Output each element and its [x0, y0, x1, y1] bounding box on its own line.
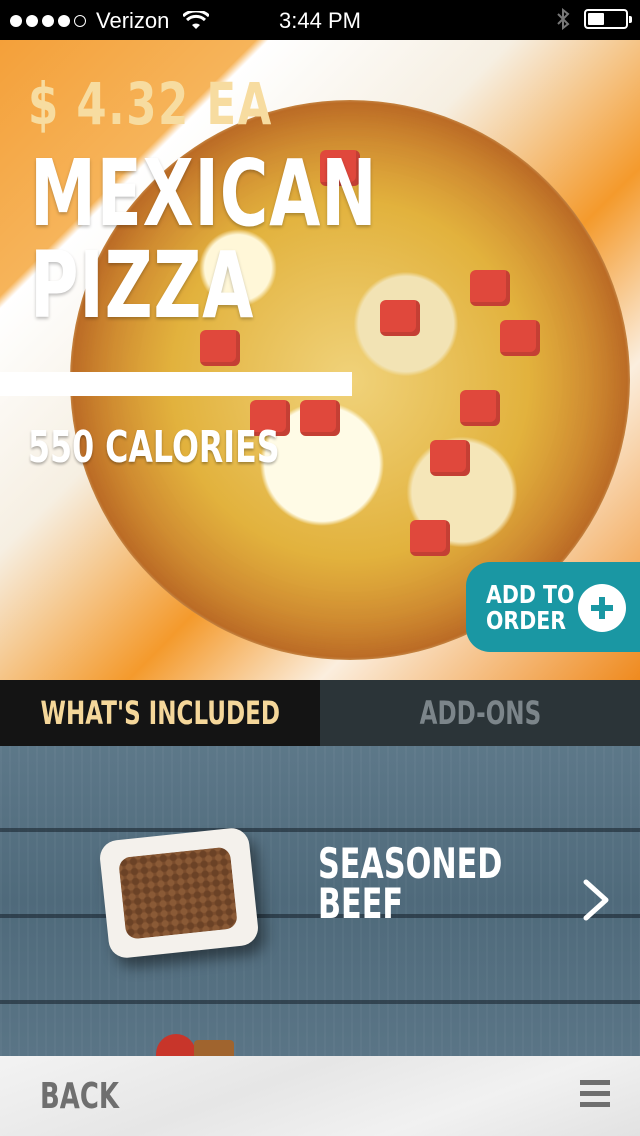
ingredient-name: SEASONED BEEF	[318, 839, 503, 928]
product-calories: 550 CALORIES	[28, 422, 280, 473]
tomato-piece	[470, 270, 510, 306]
chevron-right-icon	[583, 879, 609, 921]
add-to-order-label-line: ORDER	[486, 606, 567, 635]
ingredient-dish-image	[98, 826, 260, 960]
ingredient-name-line: SEASONED	[318, 839, 503, 888]
bottom-bar: BACK	[0, 1056, 640, 1136]
add-to-order-label: ADD TO ORDER	[486, 582, 574, 634]
battery-icon	[584, 9, 632, 29]
product-price: $ 4.32 EA	[28, 70, 273, 138]
tab-whats-included[interactable]: WHAT'S INCLUDED	[0, 680, 320, 766]
tomato-piece	[460, 390, 500, 426]
tomato-piece	[430, 440, 470, 476]
add-to-order-label-line: ADD TO	[486, 580, 575, 609]
tomato-piece	[380, 300, 420, 336]
plus-icon	[578, 584, 626, 632]
battery-fill	[588, 13, 604, 25]
product-hero-image: $ 4.32 EA MEXICAN PIZZA 550 CALORIES ADD…	[0, 40, 640, 680]
back-button[interactable]: BACK	[40, 1076, 119, 1117]
product-title: MEXICAN PIZZA	[30, 148, 377, 332]
hamburger-menu-icon[interactable]	[580, 1080, 610, 1110]
tab-label: WHAT'S INCLUDED	[40, 694, 280, 732]
title-divider	[0, 372, 352, 396]
bluetooth-icon	[557, 8, 570, 30]
status-bar: Verizon 3:44 PM	[0, 0, 640, 40]
included-items-list: SEASONED BEEF	[0, 746, 640, 1056]
product-title-line: PIZZA	[30, 232, 255, 339]
product-title-line: MEXICAN	[30, 140, 378, 247]
tomato-piece	[410, 520, 450, 556]
tomato-piece	[300, 400, 340, 436]
tab-bar: WHAT'S INCLUDED ADD-ONS	[0, 680, 640, 766]
ingredient-name-line: BEEF	[318, 879, 404, 928]
add-to-order-button[interactable]: ADD TO ORDER	[466, 562, 640, 652]
next-ingredient-image	[156, 1034, 234, 1056]
tab-add-ons[interactable]: ADD-ONS	[320, 680, 640, 746]
tab-label: ADD-ONS	[419, 694, 541, 732]
tomato-piece	[500, 320, 540, 356]
status-right	[556, 8, 632, 30]
list-item-seasoned-beef[interactable]: SEASONED BEEF	[0, 826, 640, 976]
status-time: 3:44 PM	[279, 8, 361, 33]
seasoned-beef-image	[118, 846, 238, 940]
